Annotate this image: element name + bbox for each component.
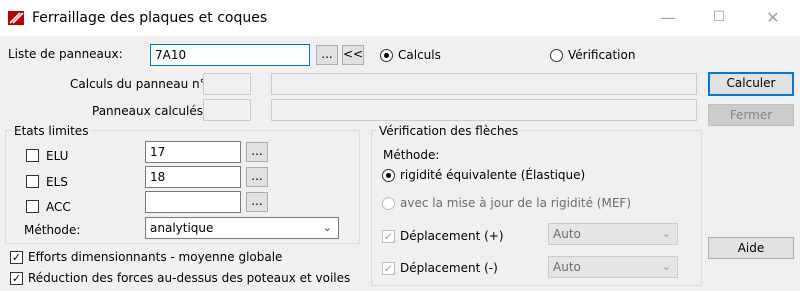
panel-list-back-button[interactable]: << xyxy=(342,45,364,65)
elu-checkbox[interactable] xyxy=(26,149,39,162)
calculated-panels-label: Panneaux calculés: xyxy=(92,104,208,118)
disp-minus-checkbox[interactable]: ✓ xyxy=(382,262,395,275)
disp-plus-value: Auto xyxy=(553,227,581,241)
mode-verification-label[interactable]: Vérification xyxy=(568,48,635,62)
window-title: Ferraillage des plaques et coques xyxy=(32,10,268,26)
mode-verification-radio[interactable] xyxy=(550,49,563,62)
rigidity-mef-label[interactable]: avec la mise à jour de la rigidité (MEF) xyxy=(400,196,631,210)
elu-label: ELU xyxy=(46,149,69,163)
disp-plus-checkbox[interactable]: ✓ xyxy=(382,230,395,243)
acc-label: ACC xyxy=(46,200,71,214)
calculated-panels-progress-field xyxy=(271,99,697,121)
acc-checkbox[interactable] xyxy=(26,200,39,213)
limit-states-title: Etats limites xyxy=(12,124,91,138)
reduction-label: Réduction des forces au-dessus des potea… xyxy=(28,271,351,285)
mode-calculs-radio[interactable] xyxy=(380,49,393,62)
minimize-icon[interactable]: — xyxy=(658,8,678,27)
disp-minus-label: Déplacement (-) xyxy=(400,261,498,275)
calculer-button[interactable]: Calculer xyxy=(708,72,794,96)
acc-browse-button[interactable]: ... xyxy=(246,192,268,212)
calc-panel-number-field xyxy=(203,73,251,95)
maximize-icon[interactable]: ☐ xyxy=(709,9,729,25)
disp-plus-label: Déplacement (+) xyxy=(400,229,504,243)
chevron-down-icon: ⌄ xyxy=(661,260,671,273)
calc-panel-progress-field xyxy=(271,73,697,95)
deflection-method-label: Méthode: xyxy=(383,148,440,162)
close-icon[interactable]: ✕ xyxy=(763,8,783,27)
els-input[interactable]: 18 xyxy=(145,166,241,188)
fermer-button[interactable]: Fermer xyxy=(708,104,794,126)
mode-calculs-label[interactable]: Calculs xyxy=(398,48,441,62)
rigidity-elastic-label[interactable]: rigidité équivalente (Élastique) xyxy=(400,168,585,182)
panel-list-input[interactable]: 7A10 xyxy=(150,44,310,66)
panel-list-label: Liste de panneaux: xyxy=(8,47,123,61)
panel-list-browse-button[interactable]: ... xyxy=(316,45,338,65)
rigidity-elastic-radio[interactable] xyxy=(382,169,395,182)
aide-button[interactable]: Aide xyxy=(708,237,794,259)
disp-minus-value: Auto xyxy=(553,260,581,274)
app-icon xyxy=(8,11,24,25)
limit-method-value: analytique xyxy=(150,221,214,235)
limit-method-select[interactable]: analytique ⌄ xyxy=(145,217,339,239)
deflection-title: Vérification des flèches xyxy=(377,124,521,138)
chevron-down-icon: ⌄ xyxy=(322,221,332,234)
reduction-checkbox[interactable]: ✓ xyxy=(10,272,23,285)
efforts-checkbox[interactable]: ✓ xyxy=(10,251,23,264)
elu-browse-button[interactable]: ... xyxy=(246,142,268,162)
disp-minus-select[interactable]: Auto ⌄ xyxy=(548,256,678,278)
els-label: ELS xyxy=(46,175,68,189)
els-browse-button[interactable]: ... xyxy=(246,167,268,187)
limit-method-label: Méthode: xyxy=(24,223,81,237)
chevron-down-icon: ⌄ xyxy=(661,227,671,240)
calculated-panels-number-field xyxy=(203,99,251,121)
rigidity-mef-radio[interactable] xyxy=(382,197,395,210)
acc-input[interactable] xyxy=(145,191,241,213)
els-checkbox[interactable] xyxy=(26,175,39,188)
disp-plus-select[interactable]: Auto ⌄ xyxy=(548,223,678,245)
calc-panel-label: Calculs du panneau n°: xyxy=(70,77,210,91)
elu-input[interactable]: 17 xyxy=(145,141,241,163)
efforts-label: Efforts dimensionnants - moyenne globale xyxy=(28,250,283,264)
